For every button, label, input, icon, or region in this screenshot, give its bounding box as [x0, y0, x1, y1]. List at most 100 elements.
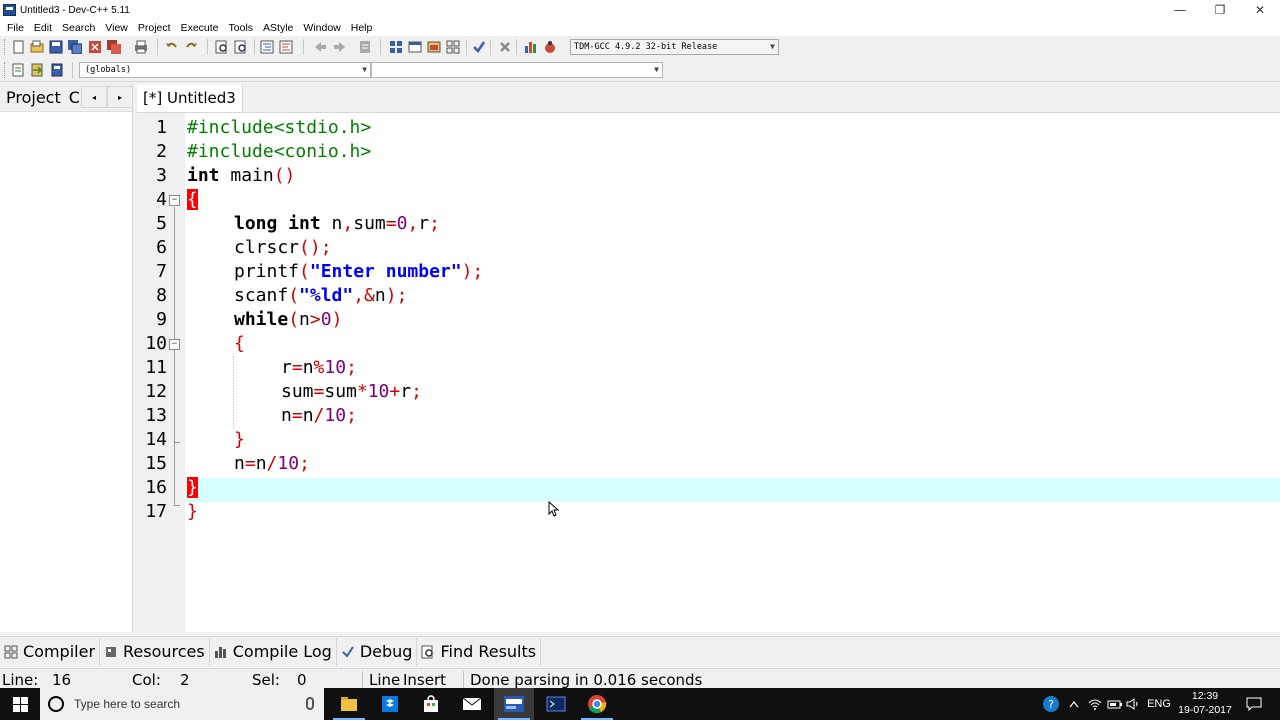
line-number: 9: [156, 309, 167, 330]
identifier: r: [418, 213, 430, 234]
minimize-button[interactable]: —: [1160, 0, 1200, 20]
indent-icon[interactable]: [260, 40, 274, 54]
back-icon[interactable]: [313, 40, 327, 54]
code-text: }: [187, 501, 198, 522]
close-all-icon[interactable]: [107, 40, 121, 54]
language-indicator[interactable]: ENG: [1144, 688, 1174, 720]
menu-tools[interactable]: Tools: [224, 22, 259, 34]
show-hidden-icons[interactable]: [1066, 688, 1082, 720]
undo-icon[interactable]: [165, 40, 179, 54]
toolbar-separator: [72, 62, 73, 78]
code-line: r=n%10;: [185, 356, 1280, 380]
code-line: n=n/10;: [185, 404, 1280, 428]
status-line-value: 16: [52, 671, 72, 688]
close-button[interactable]: ✕: [1240, 0, 1280, 20]
grid-view-icon[interactable]: [446, 40, 460, 54]
tab-compile-log-label: Compile Log: [232, 642, 332, 661]
code-line: #include<stdio.h>: [185, 116, 1280, 140]
unindent-icon[interactable]: [279, 40, 293, 54]
fold-toggle-icon[interactable]: −: [169, 195, 180, 206]
identifier: n: [281, 405, 292, 426]
code-area[interactable]: #include<stdio.h> #include<conio.h> int …: [185, 113, 1280, 633]
toolbar-grip[interactable]: [4, 62, 7, 78]
profile-chart-icon[interactable]: [524, 40, 538, 54]
menu-view[interactable]: View: [100, 22, 133, 34]
chrome-app[interactable]: [577, 688, 617, 720]
tab-scroll-right-button[interactable]: ▸: [107, 86, 133, 108]
wifi-tray[interactable]: [1086, 688, 1104, 720]
insert-icon[interactable]: [11, 63, 25, 77]
devcpp-taskbar-app[interactable]: [494, 688, 534, 720]
forward-icon[interactable]: [333, 40, 347, 54]
print-icon[interactable]: [134, 40, 148, 54]
action-center[interactable]: [1240, 688, 1268, 720]
compile-check-icon[interactable]: [472, 40, 486, 54]
tab-compile-log[interactable]: Compile Log: [210, 637, 337, 666]
menu-project[interactable]: Project: [133, 22, 176, 34]
menu-execute[interactable]: Execute: [176, 22, 224, 34]
volume-tray[interactable]: [1125, 688, 1141, 720]
start-button[interactable]: [0, 688, 40, 720]
close-file-icon[interactable]: [88, 40, 102, 54]
battery-tray[interactable]: [1106, 688, 1124, 720]
new-project-icon[interactable]: [389, 40, 403, 54]
save-icon[interactable]: [49, 40, 63, 54]
new-file-icon[interactable]: [12, 40, 26, 54]
menu-edit[interactable]: Edit: [29, 22, 57, 34]
microphone-icon[interactable]: [306, 697, 314, 710]
identifier: n: [302, 357, 314, 378]
fold-toggle-icon[interactable]: −: [169, 339, 180, 350]
redo-icon[interactable]: [184, 40, 198, 54]
symbol: *: [356, 381, 368, 402]
help-tray[interactable]: ?: [1040, 688, 1062, 720]
mail-icon: [462, 697, 482, 710]
terminal-app[interactable]: [536, 688, 576, 720]
stop-execution-icon[interactable]: [498, 40, 512, 54]
mail-app[interactable]: [452, 688, 492, 720]
taskbar-clock[interactable]: 12:39 19-07-2017: [1174, 689, 1236, 717]
goto-icon[interactable]: [30, 63, 44, 77]
tab-debug[interactable]: Debug: [337, 637, 418, 666]
status-sel-value: 0: [297, 671, 307, 688]
chevron-up-icon: [1069, 701, 1079, 708]
status-lines-label: Line: [369, 671, 401, 688]
replace-icon[interactable]: [234, 40, 248, 54]
store-app[interactable]: [411, 688, 451, 720]
menu-search[interactable]: Search: [57, 22, 100, 34]
toolbar-grip[interactable]: [4, 39, 7, 55]
menu-window[interactable]: Window: [298, 22, 345, 34]
dropbox-app[interactable]: [370, 688, 410, 720]
code-editor[interactable]: 1 2 3 4 5 6 7 8 9 10 11 12 13 14 15 16 1…: [137, 112, 1280, 633]
tab-resources[interactable]: Resources: [100, 637, 210, 666]
keyword: long int: [234, 213, 321, 234]
save-all-icon[interactable]: [68, 40, 82, 54]
tab-compiler[interactable]: Compiler: [0, 637, 101, 666]
code-line: }: [185, 428, 1280, 452]
tab-untitled3[interactable]: [*] Untitled3: [137, 84, 243, 112]
windows-logo-icon: [12, 696, 28, 712]
find-icon[interactable]: [215, 40, 229, 54]
menu-file[interactable]: File: [2, 22, 29, 34]
tab-scroll-left-button[interactable]: ◂: [81, 86, 107, 108]
menu-help[interactable]: Help: [346, 22, 378, 34]
scope-combo[interactable]: (globals) ▼: [79, 62, 371, 78]
open-file-icon[interactable]: [30, 40, 44, 54]
debug-bug-icon[interactable]: [543, 40, 557, 54]
toolbar-separator: [207, 39, 208, 55]
bookmark-icon[interactable]: [358, 40, 372, 54]
tab-find-results[interactable]: Find Results: [417, 637, 542, 666]
tab-project[interactable]: Project: [0, 88, 67, 107]
file-explorer-app[interactable]: [329, 688, 369, 720]
menu-astyle[interactable]: AStyle: [258, 22, 298, 34]
tab-classes[interactable]: C: [69, 88, 79, 107]
window-icon[interactable]: [408, 40, 422, 54]
status-separator: [362, 671, 363, 688]
member-combo[interactable]: ▼: [371, 62, 663, 78]
taskbar-search[interactable]: Type here to search: [40, 688, 324, 720]
compiler-select[interactable]: TDM-GCC 4.9.2 32-bit Release ▼: [570, 39, 779, 55]
restore-button[interactable]: ❐: [1200, 0, 1240, 20]
project-options-icon[interactable]: [427, 40, 441, 54]
line-number: 14: [145, 429, 167, 450]
code-line: scanf("%ld",&n);: [185, 284, 1280, 308]
toggle-bookmark-icon[interactable]: [50, 63, 64, 77]
